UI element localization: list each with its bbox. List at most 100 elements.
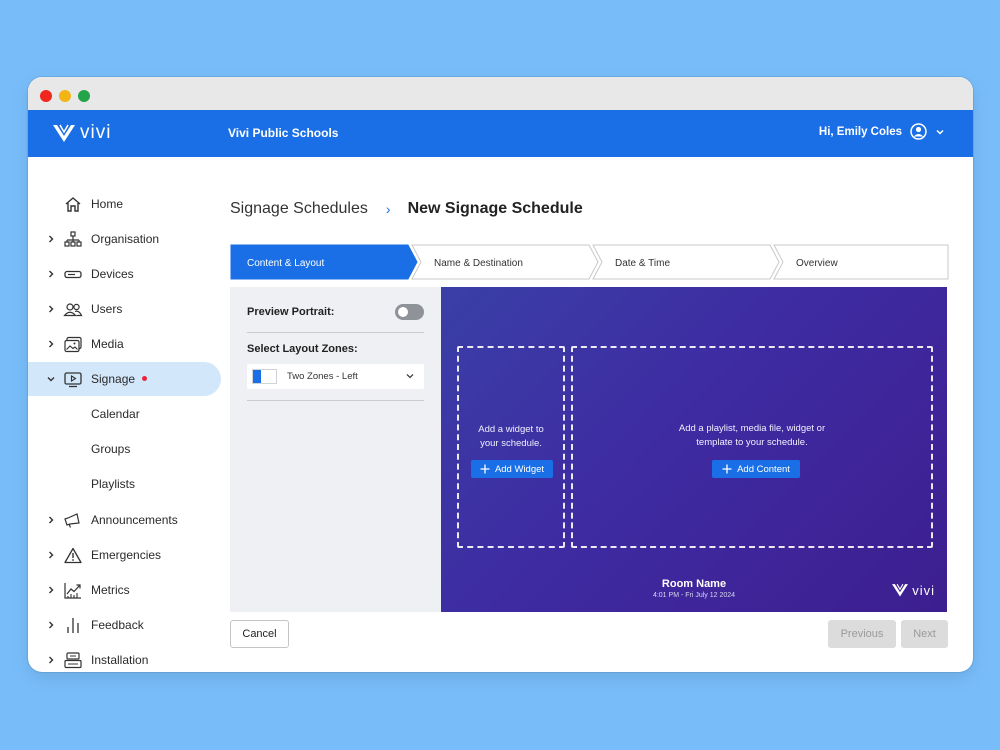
warning-icon — [63, 546, 83, 564]
sidebar-item-label: Devices — [91, 267, 134, 281]
chevron-right-icon[interactable] — [44, 548, 58, 562]
sidebar-item-groups[interactable]: Groups — [28, 432, 221, 466]
preview-portrait-label: Preview Portrait: — [247, 306, 335, 318]
media-icon — [63, 335, 83, 353]
chevron-right-icon[interactable] — [44, 618, 58, 632]
user-greeting: Hi, Emily Coles — [818, 125, 902, 138]
sidebar-item-announcements[interactable]: Announcements — [28, 503, 221, 537]
sidebar-item-label: Signage — [91, 372, 136, 386]
app-header: vivi Vivi Public Schools Hi, Emily Coles — [28, 110, 973, 157]
two-zones-left-icon — [252, 369, 277, 384]
widget-zone-text: Add a widget to your schedule. — [459, 423, 563, 451]
step-progress: Content & Layout Name & Destination Date… — [230, 244, 949, 280]
installation-icon — [63, 651, 83, 669]
sidebar-item-label: Playlists — [91, 477, 136, 491]
add-widget-button[interactable]: Add Widget — [471, 460, 553, 478]
add-content-label: Add Content — [737, 463, 790, 475]
sidebar-item-label: Media — [91, 337, 124, 351]
sidebar: Home Organisation Devices Users Media Si… — [28, 157, 222, 672]
metrics-chart-icon — [63, 581, 83, 599]
breadcrumb-separator: › — [385, 201, 391, 217]
sidebar-item-label: Organisation — [91, 232, 160, 246]
chevron-down-icon — [406, 374, 414, 379]
sidebar-item-label-wrap: Signage — [91, 372, 148, 386]
layout-preview: Add a widget to your schedule. Add Widge… — [441, 287, 947, 612]
next-button[interactable]: Next — [901, 620, 948, 648]
layout-zones-select[interactable]: Two Zones - Left — [247, 364, 424, 389]
content-zone[interactable]: Add a playlist, media file, widget or te… — [571, 346, 933, 548]
device-icon — [63, 265, 83, 283]
window-titlebar — [28, 77, 973, 110]
divider — [247, 332, 424, 333]
sidebar-item-installation[interactable]: Installation — [28, 643, 221, 672]
sidebar-item-devices[interactable]: Devices — [28, 257, 221, 291]
sidebar-item-playlists[interactable]: Playlists — [28, 467, 221, 501]
close-window-button[interactable] — [40, 90, 52, 102]
sidebar-item-users[interactable]: Users — [28, 292, 221, 326]
step-date-time[interactable]: Date & Time — [592, 244, 780, 280]
add-widget-label: Add Widget — [494, 463, 545, 475]
sidebar-item-label: Home — [91, 197, 124, 211]
widget-zone[interactable]: Add a widget to your schedule. Add Widge… — [457, 346, 565, 548]
sidebar-item-signage[interactable]: Signage — [28, 362, 221, 396]
chevron-right-icon[interactable] — [44, 583, 58, 597]
plus-icon — [722, 464, 732, 474]
sidebar-item-label: Feedback — [91, 618, 144, 632]
preview-logo-text: vivi — [912, 582, 935, 598]
sidebar-item-emergencies[interactable]: Emergencies — [28, 538, 221, 572]
sidebar-item-home[interactable]: Home — [28, 187, 221, 221]
chevron-down-icon — [936, 129, 944, 135]
divider — [247, 400, 424, 401]
sidebar-item-label: Users — [91, 302, 123, 316]
widget-zone-text-line: Add a widget to — [478, 424, 544, 435]
breadcrumb-parent-link[interactable]: Signage Schedules — [230, 200, 368, 218]
step-name-destination[interactable]: Name & Destination — [411, 244, 599, 280]
users-icon — [63, 300, 83, 318]
minimize-window-button[interactable] — [59, 90, 71, 102]
page-title: New Signage Schedule — [407, 200, 583, 217]
organisation-icon — [63, 230, 83, 248]
vivi-logo[interactable]: vivi — [52, 122, 111, 144]
sidebar-item-organisation[interactable]: Organisation — [28, 222, 221, 256]
maximize-window-button[interactable] — [78, 90, 90, 102]
organisation-name: Vivi Public Schools — [228, 126, 339, 140]
signage-icon — [63, 370, 83, 388]
step-label: Content & Layout — [247, 258, 324, 269]
sidebar-item-calendar[interactable]: Calendar — [28, 397, 221, 431]
sidebar-item-media[interactable]: Media — [28, 327, 221, 361]
chevron-right-icon[interactable] — [44, 653, 58, 667]
chevron-down-icon[interactable] — [44, 372, 58, 386]
feedback-bars-icon — [63, 616, 83, 634]
browser-window: vivi Vivi Public Schools Hi, Emily Coles… — [28, 77, 973, 672]
step-label: Overview — [796, 258, 838, 269]
room-name: Room Name — [661, 578, 727, 590]
sidebar-item-label: Installation — [91, 653, 149, 667]
step-label: Name & Destination — [434, 258, 523, 269]
preview-portrait-toggle[interactable] — [395, 304, 424, 320]
breadcrumb: Signage Schedules › New Signage Schedule — [230, 200, 583, 218]
chevron-right-icon[interactable] — [44, 337, 58, 351]
toggle-knob — [398, 307, 408, 317]
layout-zones-label: Select Layout Zones: — [247, 343, 358, 355]
content-zone-text-line: template to your schedule. — [696, 437, 808, 448]
user-menu[interactable]: Hi, Emily Coles — [819, 123, 945, 140]
sidebar-item-label: Emergencies — [91, 548, 162, 562]
logo-text: vivi — [80, 122, 112, 143]
add-content-button[interactable]: Add Content — [712, 460, 800, 478]
chevron-right-icon[interactable] — [44, 267, 58, 281]
step-overview[interactable]: Overview — [773, 244, 949, 280]
sidebar-item-feedback[interactable]: Feedback — [28, 608, 221, 642]
plus-icon — [480, 464, 490, 474]
layout-settings-panel: Preview Portrait: Select Layout Zones: T… — [230, 287, 441, 612]
chevron-right-icon[interactable] — [44, 302, 58, 316]
sidebar-item-label: Metrics — [91, 583, 130, 597]
previous-button[interactable]: Previous — [828, 620, 896, 648]
vivi-logo-icon — [892, 583, 909, 597]
sidebar-item-metrics[interactable]: Metrics — [28, 573, 221, 607]
step-content-layout[interactable]: Content & Layout — [230, 244, 418, 280]
chevron-right-icon[interactable] — [44, 513, 58, 527]
chevron-right-icon[interactable] — [44, 232, 58, 246]
cancel-button[interactable]: Cancel — [230, 620, 289, 648]
home-icon — [63, 195, 83, 213]
content-zone-text: Add a playlist, media file, widget or te… — [573, 422, 931, 450]
